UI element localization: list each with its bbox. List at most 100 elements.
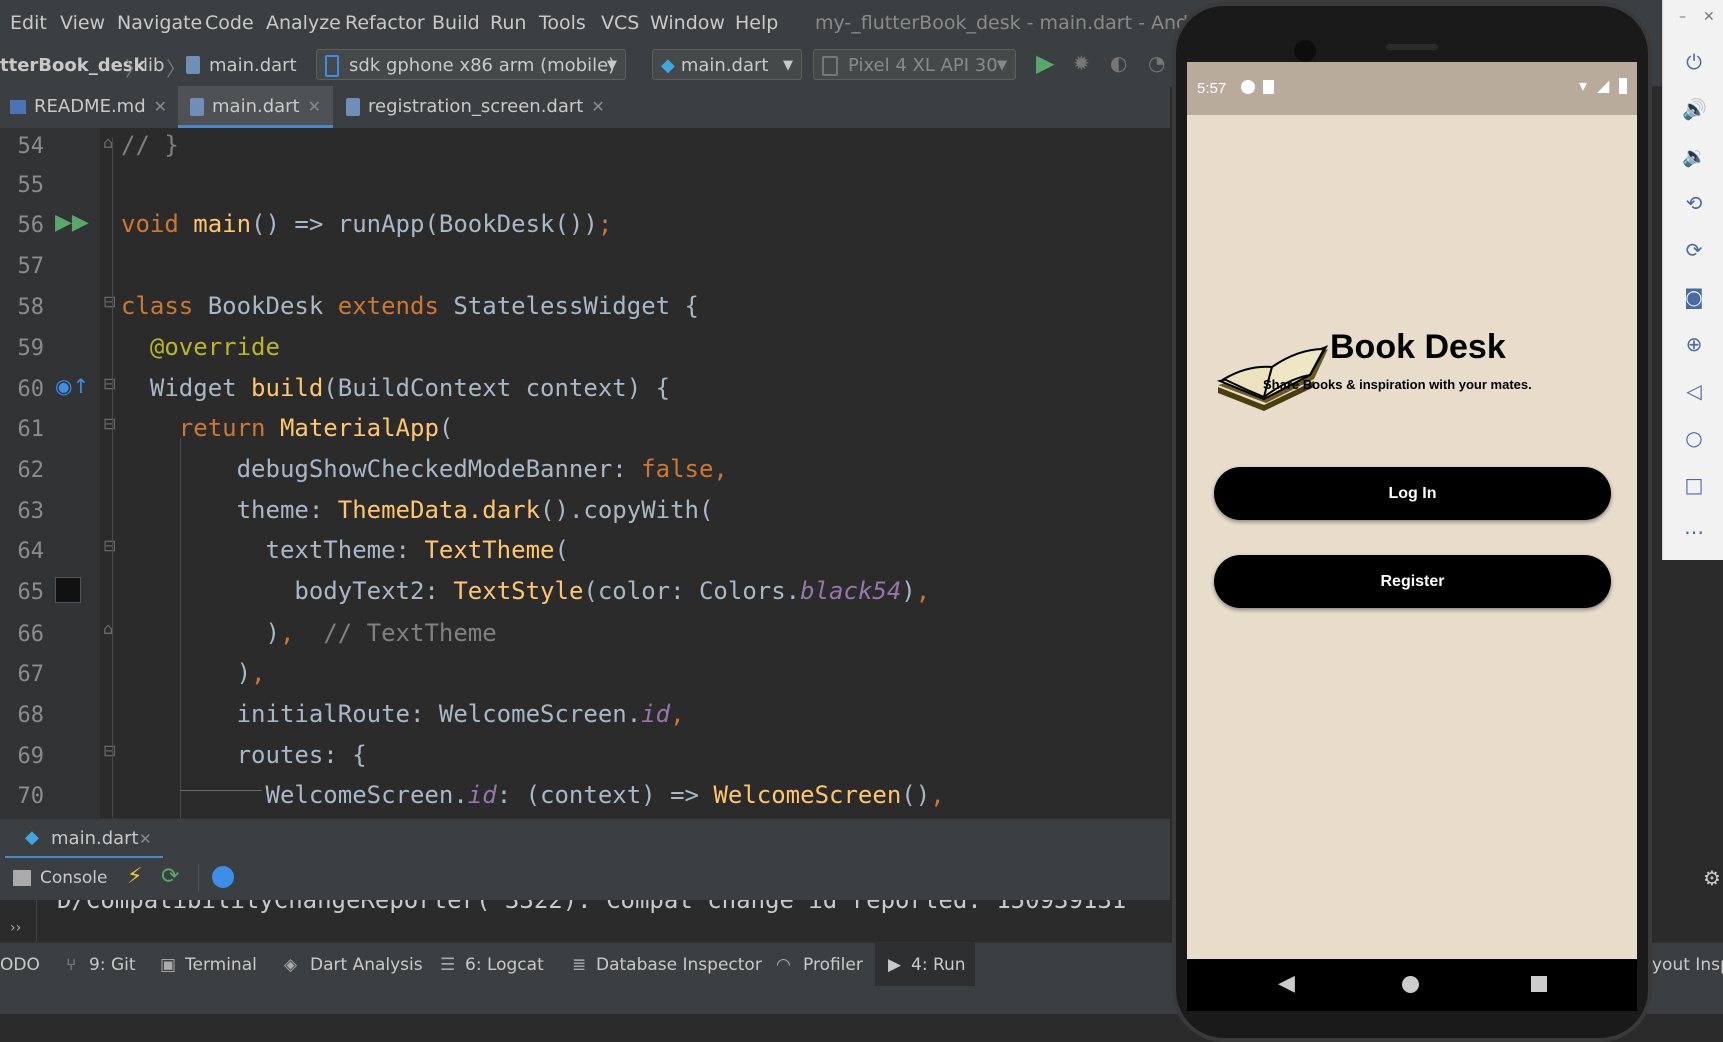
tab-readme[interactable]: README.md ✕	[0, 86, 177, 128]
breadcrumb-project[interactable]: tterBook_desk	[0, 55, 146, 76]
profile-icon[interactable]: ◔	[1148, 51, 1165, 75]
dart-analysis-tool[interactable]: Dart Analysis	[310, 955, 423, 975]
app-tagline: Share Books & inspiration with your mate…	[1263, 377, 1532, 392]
debug-icon[interactable]: ✹	[1073, 51, 1090, 75]
breadcrumb-separator: 〉	[125, 57, 145, 81]
flutter-icon: ◆	[661, 55, 675, 76]
battery-icon	[1619, 78, 1627, 94]
phone-screen[interactable]: 5:57 ▾ ◢ Book Desk Share Books & inspira…	[1187, 62, 1637, 959]
minimize-icon[interactable]: –	[1679, 9, 1686, 25]
settings-icon[interactable]: ⚙	[1703, 866, 1721, 890]
power-icon[interactable]: ⏻	[1682, 50, 1706, 74]
toolbar-divider	[198, 864, 199, 892]
fold-icon[interactable]: ⊟	[103, 741, 116, 760]
register-button[interactable]: Register	[1214, 555, 1611, 608]
fold-icon[interactable]: ⊟	[103, 536, 116, 555]
nav-overview-icon[interactable]	[1531, 976, 1547, 992]
back-icon[interactable]: ◁	[1682, 379, 1706, 403]
run-tool-active[interactable]: ▶ 4: Run	[875, 943, 975, 987]
fold-icon[interactable]: ⊟	[103, 414, 116, 433]
menu-edit[interactable]: Edit	[10, 12, 47, 34]
menu-window[interactable]: Window	[650, 12, 725, 34]
editor-tabs: README.md ✕ main.dart ✕ registration_scree…	[0, 86, 1170, 129]
override-gutter-icon[interactable]: ◉↑	[55, 374, 89, 398]
menu-run[interactable]: Run	[490, 12, 526, 34]
database-icon: ≣	[572, 955, 587, 975]
phone-nav-bar: ◀	[1187, 959, 1637, 1011]
home-icon[interactable]: ○	[1682, 426, 1706, 450]
close-icon[interactable]: ✕	[308, 97, 321, 116]
menu-help[interactable]: Help	[735, 12, 778, 34]
nav-home-icon[interactable]	[1402, 976, 1419, 993]
tab-registration-screen[interactable]: registration_screen.dart ✕	[336, 86, 615, 128]
menu-analyze[interactable]: Analyze	[266, 12, 341, 34]
rotate-right-icon[interactable]: ⟳	[1682, 238, 1706, 262]
close-icon[interactable]: ✕	[154, 97, 167, 116]
hot-restart-icon[interactable]: ⟳	[161, 864, 179, 889]
menu-tools[interactable]: Tools	[539, 12, 586, 34]
zoom-icon[interactable]: ⊕	[1682, 332, 1706, 356]
database-inspector-tool[interactable]: Database Inspector	[596, 955, 762, 975]
close-icon[interactable]: ✕	[139, 830, 152, 848]
code-line: @override	[149, 333, 280, 361]
rotate-left-icon[interactable]: ⟲	[1682, 191, 1706, 215]
fold-icon[interactable]: ⊟	[103, 374, 116, 393]
notification-icon	[1241, 80, 1255, 94]
volume-down-icon[interactable]: 🔉	[1682, 144, 1707, 168]
breadcrumb-folder[interactable]: lib	[143, 55, 164, 76]
nav-back-icon[interactable]: ◀	[1278, 971, 1295, 996]
device-selector[interactable]: sdk gphone x86 arm (mobile) ▼	[316, 49, 626, 80]
logcat-tool[interactable]: 6: Logcat	[465, 955, 544, 975]
login-button[interactable]: Log In	[1214, 467, 1611, 520]
code-line: bodyText2: TextStyle(color: Colors.black…	[121, 577, 931, 605]
code-line: theme: ThemeData.dark().copyWith(	[121, 496, 714, 524]
console-output[interactable]: ›› D/CompatibilityChangeReporter( 3322):…	[0, 900, 1170, 942]
avd-selector[interactable]: Pixel 4 XL API 30 ▼	[813, 49, 1016, 80]
volume-up-icon[interactable]: 🔊	[1682, 97, 1707, 121]
code-editor[interactable]: 54 55 56 57 58 59 60 61 62 63 64 65 66 67 68 69 70 ▶▶ ◉↑…	[0, 128, 1170, 818]
line-number: 63	[17, 499, 45, 524]
more-icon[interactable]: ⋯	[1682, 520, 1706, 544]
breadcrumb-file[interactable]: main.dart	[209, 55, 297, 76]
flutter-icon: ◆	[25, 827, 39, 848]
run-config-selector[interactable]: ◆ main.dart ▼	[652, 49, 802, 80]
tab-label: main.dart	[212, 96, 300, 117]
overview-icon[interactable]: □	[1682, 473, 1706, 497]
todo-tool[interactable]: ODO	[0, 955, 40, 975]
line-number: 68	[17, 703, 45, 728]
close-icon[interactable]: ✕	[591, 97, 604, 116]
menu-code[interactable]: Code	[205, 12, 254, 34]
run-icon[interactable]: ▶	[1036, 49, 1054, 77]
expand-icon[interactable]: ››	[10, 920, 21, 936]
dart-file-icon	[186, 56, 200, 74]
devtools-icon[interactable]	[212, 866, 234, 888]
wifi-icon: ▾	[1579, 76, 1588, 95]
menu-build[interactable]: Build	[432, 12, 480, 34]
close-icon[interactable]: ✕	[1703, 9, 1715, 25]
layout-inspector-tool[interactable]: yout Insp	[1652, 955, 1723, 975]
line-number: 64	[17, 539, 45, 564]
git-tool[interactable]: 9: Git	[89, 955, 136, 975]
color-swatch-icon[interactable]	[55, 577, 81, 603]
menu-navigate[interactable]: Navigate	[117, 12, 202, 34]
profiler-tool[interactable]: Profiler	[803, 955, 863, 975]
hot-reload-icon[interactable]: ⚡	[127, 864, 142, 889]
coverage-icon[interactable]: ◐	[1110, 51, 1127, 75]
run-tab-label: main.dart	[51, 828, 139, 849]
camera-icon[interactable]: ◙	[1682, 285, 1706, 309]
fold-icon[interactable]: ⊟	[103, 292, 116, 311]
dart-file-icon	[346, 98, 360, 116]
menu-vcs[interactable]: VCS	[601, 12, 639, 34]
tab-main-dart[interactable]: main.dart ✕	[178, 86, 334, 128]
menu-refactor[interactable]: Refactor	[345, 12, 425, 34]
terminal-tool[interactable]: Terminal	[185, 955, 257, 975]
run-tab-main-dart[interactable]: ◆ main.dart ✕	[5, 819, 163, 859]
device-selector-label: sdk gphone x86 arm (mobile)	[349, 55, 616, 76]
code-line: ), // TextTheme	[121, 619, 497, 647]
console-tab[interactable]: Console	[40, 868, 108, 888]
menu-view[interactable]: View	[60, 12, 105, 34]
run-tool: 4: Run	[911, 955, 966, 975]
tab-label: README.md	[34, 96, 146, 117]
avd-selector-label: Pixel 4 XL API 30	[848, 55, 998, 76]
run-gutter-icon[interactable]: ▶▶	[55, 210, 89, 235]
